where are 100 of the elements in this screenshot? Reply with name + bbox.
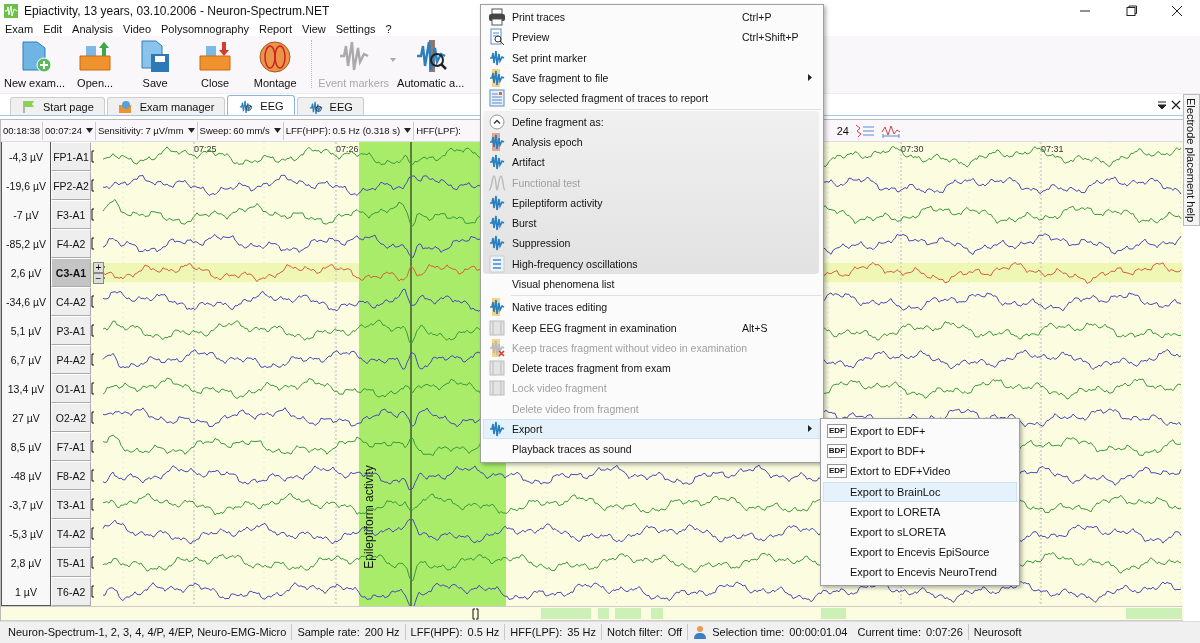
- menu-item[interactable]: Print traces Ctrl+P: [483, 7, 821, 28]
- channel-label[interactable]: P3-A1: [51, 316, 91, 345]
- folder-icon: [117, 99, 134, 114]
- calibration-bar: [91, 324, 95, 337]
- menu-item[interactable]: Exam: [0, 22, 39, 35]
- channel-label[interactable]: FP2-A2: [51, 171, 91, 200]
- channel-label[interactable]: C3-A1: [51, 258, 91, 287]
- vendor-name: Neurosoft: [973, 626, 1022, 638]
- menu-item[interactable]: Export to Encevis NeuroTrend: [823, 562, 1017, 583]
- time-dropdown[interactable]: 00:07:24: [43, 121, 96, 140]
- view-marker-icon[interactable]: [472, 608, 479, 620]
- close-icon[interactable]: [1171, 99, 1181, 110]
- channel-label[interactable]: F3-A1: [51, 200, 91, 229]
- menu-item[interactable]: Artifact: [483, 152, 819, 173]
- time-text: 24: [836, 124, 849, 137]
- status-label: Sample rate:: [297, 626, 360, 638]
- wave-icon: [488, 234, 506, 253]
- collapse-icon[interactable]: [489, 113, 505, 130]
- menu-item[interactable]: Polysomnography: [156, 22, 255, 35]
- wave-icon: [488, 298, 506, 317]
- toolbar-button[interactable]: Save: [125, 36, 186, 92]
- menu-item[interactable]: Epileptiform activity: [483, 192, 819, 213]
- wave-icon: [488, 420, 506, 439]
- tab[interactable]: Exam manager: [106, 97, 226, 115]
- toolbar-button[interactable]: Automatic a...: [397, 36, 465, 92]
- dropdown-caret-icon[interactable]: [187, 128, 195, 133]
- wave-icon: [488, 153, 506, 172]
- channel-label[interactable]: F8-A2: [51, 461, 91, 490]
- lff-dropdown[interactable]: LFF(HPF): 0.5 Hz (0.318 s): [283, 121, 415, 140]
- scale-down-button[interactable]: −: [93, 273, 104, 284]
- toolbar-button[interactable]: Close: [185, 36, 246, 92]
- channel-label[interactable]: FP1-A1: [51, 142, 91, 171]
- tab[interactable]: Start page: [10, 97, 105, 115]
- toolbar-button[interactable]: Montage: [245, 36, 306, 92]
- channel-label[interactable]: T5-A1: [51, 548, 91, 577]
- menu-item[interactable]: EDF Export to EDF+: [823, 421, 1017, 442]
- channel-label[interactable]: T4-A2: [51, 519, 91, 548]
- menu-item[interactable]: High-frequency oscillations: [483, 253, 819, 274]
- menu-item[interactable]: Playback traces as sound: [483, 439, 821, 460]
- menu-item[interactable]: Set print marker: [483, 47, 821, 68]
- group-header[interactable]: Define fragment as:: [483, 111, 819, 132]
- wave-magnifier-icon: [238, 98, 255, 113]
- menu-item[interactable]: View: [297, 22, 331, 35]
- channel-label[interactable]: F4-A2: [51, 229, 91, 258]
- menu-item[interactable]: Delete traces fragment from exam: [483, 358, 821, 379]
- tab[interactable]: EEG: [227, 95, 295, 115]
- dropdown-caret-icon[interactable]: [404, 128, 412, 133]
- menu-item[interactable]: Suppression: [483, 233, 819, 254]
- status-value: 0.5 Hz: [467, 626, 500, 638]
- menu-item[interactable]: Export to Encevis EpiSource: [823, 542, 1017, 563]
- wave-magnifier-icon: [307, 99, 324, 114]
- menu-item[interactable]: Analysis: [67, 22, 119, 35]
- scale-up-button[interactable]: +: [93, 262, 104, 273]
- channel-label[interactable]: T6-A2: [51, 577, 91, 606]
- amplitude-value: 13,4 µV: [6, 381, 46, 397]
- menu-item[interactable]: BDF Export to BDF+: [823, 441, 1017, 462]
- dropdown-caret-icon[interactable]: [273, 128, 281, 133]
- file-format-badge: EDF: [827, 424, 847, 439]
- menu-item[interactable]: Video: [118, 22, 156, 35]
- channel-label[interactable]: O2-A2: [51, 403, 91, 432]
- menu-item[interactable]: Settings: [330, 22, 381, 35]
- trace-range-icon[interactable]: [881, 123, 901, 138]
- menu-item[interactable]: Export to sLORETA: [823, 521, 1017, 543]
- wave-icon: [488, 48, 506, 67]
- menu-item[interactable]: Copy selected fragment of traces to report: [483, 88, 821, 109]
- calibration-bar: [91, 237, 95, 250]
- side-panel-tab[interactable]: Electrode placement help: [1183, 94, 1200, 227]
- channel-label[interactable]: P4-A2: [51, 345, 91, 374]
- menu-item[interactable]: Export to LORETA: [823, 501, 1017, 522]
- menu-item[interactable]: Preview Ctrl+Shift+P: [483, 27, 821, 48]
- menu-item[interactable]: Report: [254, 22, 298, 35]
- head-icon: [257, 38, 294, 74]
- menu-item[interactable]: Edit: [38, 22, 68, 35]
- channel-label[interactable]: F7-A1: [51, 432, 91, 461]
- amplitude-value: 6,7 µV: [9, 352, 43, 368]
- menu-item[interactable]: Keep EEG fragment in examination Alt+S: [483, 317, 821, 338]
- dropdown-icon[interactable]: [1157, 99, 1167, 110]
- menu-item[interactable]: Visual phenomena list: [483, 273, 821, 295]
- status-label: Notch filter:: [607, 626, 663, 638]
- menu-item[interactable]: ?: [380, 22, 397, 35]
- menu-item[interactable]: Burst: [483, 212, 819, 234]
- sensitivity-dropdown[interactable]: Sensitivity: 7 µV/mm: [95, 121, 198, 140]
- menu-item[interactable]: EDF Extort to EDF+Video: [823, 461, 1017, 482]
- menu-item[interactable]: Native traces editing: [483, 297, 821, 318]
- calibration-bar: [91, 440, 95, 453]
- channel-label[interactable]: T3-A1: [51, 490, 91, 519]
- sweep-dropdown[interactable]: Sweep: 60 mm/s: [197, 121, 284, 140]
- dropdown-caret-icon[interactable]: [85, 128, 93, 133]
- tab[interactable]: EEG: [296, 97, 364, 115]
- toolbar-button[interactable]: Open...: [65, 36, 126, 92]
- menu-item[interactable]: Analysis epoch: [483, 131, 819, 153]
- channel-label[interactable]: O1-A1: [51, 374, 91, 403]
- trace-layout-icon[interactable]: [855, 123, 875, 138]
- menu-item[interactable]: Export to BrainLoc: [823, 481, 1017, 502]
- preview-icon: [488, 28, 506, 47]
- menu-item[interactable]: Save fragment to file: [483, 67, 821, 89]
- film-icon: [488, 359, 506, 378]
- menu-item[interactable]: Export: [483, 418, 821, 440]
- channel-label[interactable]: C4-A2: [51, 287, 91, 316]
- toolbar-button[interactable]: New exam...: [4, 36, 66, 92]
